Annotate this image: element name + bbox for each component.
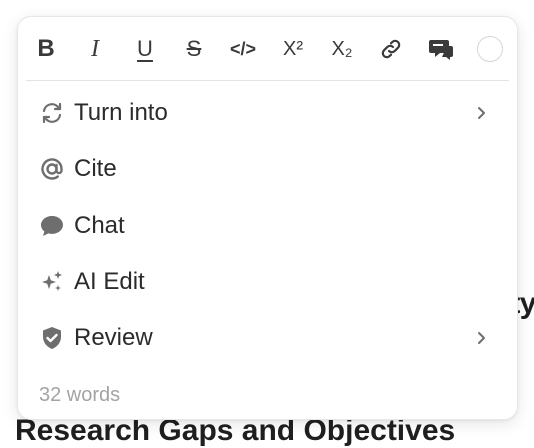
code-icon: </> [229,39,257,59]
subscript-button[interactable]: X₂ [322,31,362,67]
menu-item-label: Review [74,324,153,351]
at-sign-icon [39,156,65,182]
menu-item-label: Cite [74,155,117,182]
underline-button[interactable]: U [125,31,165,67]
bold-icon: B [37,35,55,62]
superscript-button[interactable]: X² [273,31,313,67]
strikethrough-button[interactable]: S [174,31,214,67]
chat-bubble-icon [39,213,65,239]
strikethrough-icon: S [186,36,202,61]
link-button[interactable] [371,31,411,67]
superscript-icon: X² [283,38,303,60]
menu-item-ai-edit[interactable]: AI Edit [18,258,517,306]
chevron-right-icon [473,105,489,121]
italic-icon: I [91,36,99,62]
subscript-icon: X₂ [331,38,353,60]
underline-icon: U [137,36,153,61]
menu-item-label: Turn into [74,99,168,126]
text-color-button[interactable] [470,31,510,67]
menu-item-turn-into[interactable]: Turn into [18,89,517,137]
sparkles-icon [39,269,65,295]
selection-context-menu: B I U S </> X² X₂ Turn into Cite Chat AI… [17,16,518,420]
italic-button[interactable]: I [75,31,115,67]
menu-item-label: AI Edit [74,268,145,295]
link-icon [381,39,401,59]
menu-item-chat[interactable]: Chat [18,202,517,250]
chevron-right-icon [473,330,489,346]
format-toolbar: B I U S </> X² X₂ [18,17,517,81]
toolbar-divider [26,80,509,81]
color-swatch-icon [477,36,503,62]
comment-button[interactable] [421,31,461,67]
comment-icon [429,40,453,60]
shield-check-icon [39,325,65,351]
word-count: 32 words [39,384,121,406]
menu-item-review[interactable]: Review [18,314,517,362]
menu-item-cite[interactable]: Cite [18,145,517,193]
transform-icon [39,100,65,126]
menu-item-label: Chat [74,212,125,239]
code-button[interactable]: </> [223,31,263,67]
bold-button[interactable]: B [26,31,66,67]
